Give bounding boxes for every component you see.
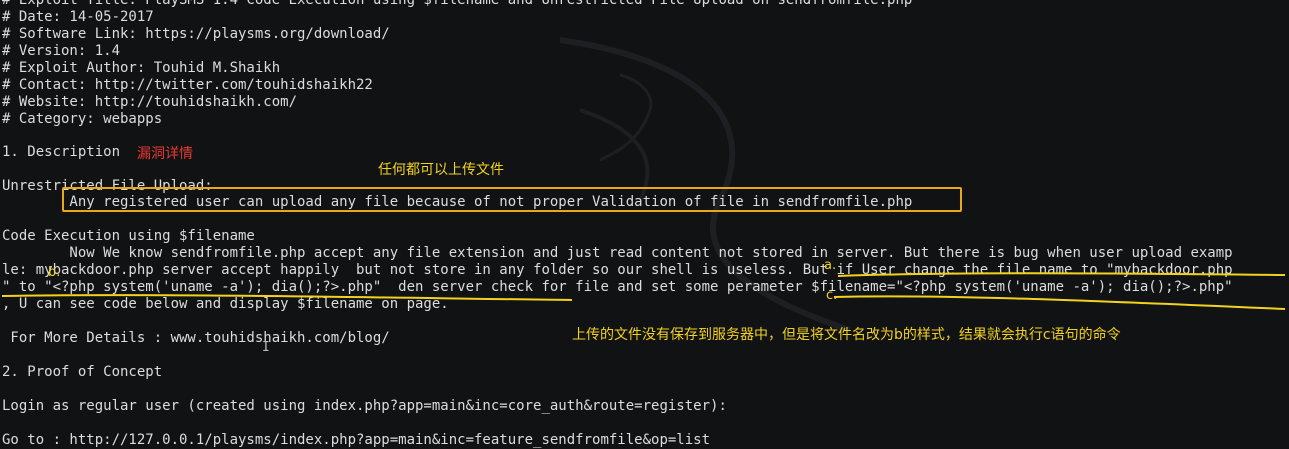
version-line: # Version: 1.4 (2, 43, 121, 59)
mark-b: b. (48, 265, 61, 280)
website-line: # Website: http://touhidshaikh.com/ (2, 94, 298, 110)
explanation-annotation: 上传的文件没有保存到服务器中，但是将文件名改为b的样式，结果就会执行c语句的命令 (572, 327, 1121, 343)
software-link-line: # Software Link: https://playsms.org/dow… (2, 26, 390, 42)
contact-line: # Contact: http://twitter.com/touhidshai… (2, 77, 373, 93)
code-exec-line-2: le: mybackdoor.php server accept happily… (2, 262, 1233, 278)
category-line: # Category: webapps (2, 111, 163, 127)
code-exec-heading: Code Execution using $filename (2, 228, 255, 244)
text-cursor-icon: I (262, 340, 270, 355)
description-heading: 1. Description (2, 144, 121, 160)
goto-line: Go to : http://127.0.0.1/playsms/index.p… (2, 432, 711, 448)
code-exec-line-1: Now We know sendfromfile.php accept any … (2, 245, 1233, 261)
code-exec-line-3: " to "<?php system('uname -a'); dia();?>… (2, 279, 1233, 295)
author-line: # Exploit Author: Touhid M.Shaikh (2, 60, 281, 76)
mark-a: a. (824, 258, 837, 273)
vuln-detail-annotation: 漏洞详情 (137, 146, 193, 162)
terminal-output: # Exploit Title: PlaySMS 1.4 Code Execut… (0, 0, 1289, 448)
more-details-line: For More Details : www.touhidshaikh.com/… (2, 330, 390, 346)
any-upload-annotation: 任何都可以上传文件 (378, 162, 504, 178)
date-line: # Date: 14-05-2017 (2, 9, 154, 25)
code-exec-line-4: , U can see code below and display $file… (2, 296, 449, 312)
exploit-title-line: # Exploit Title: PlaySMS 1.4 Code Execut… (2, 0, 913, 8)
poc-heading: 2. Proof of Concept (2, 364, 163, 380)
highlight-box (62, 187, 962, 212)
login-line: Login as regular user (created using ind… (2, 398, 727, 414)
mark-c: c. (826, 288, 838, 303)
